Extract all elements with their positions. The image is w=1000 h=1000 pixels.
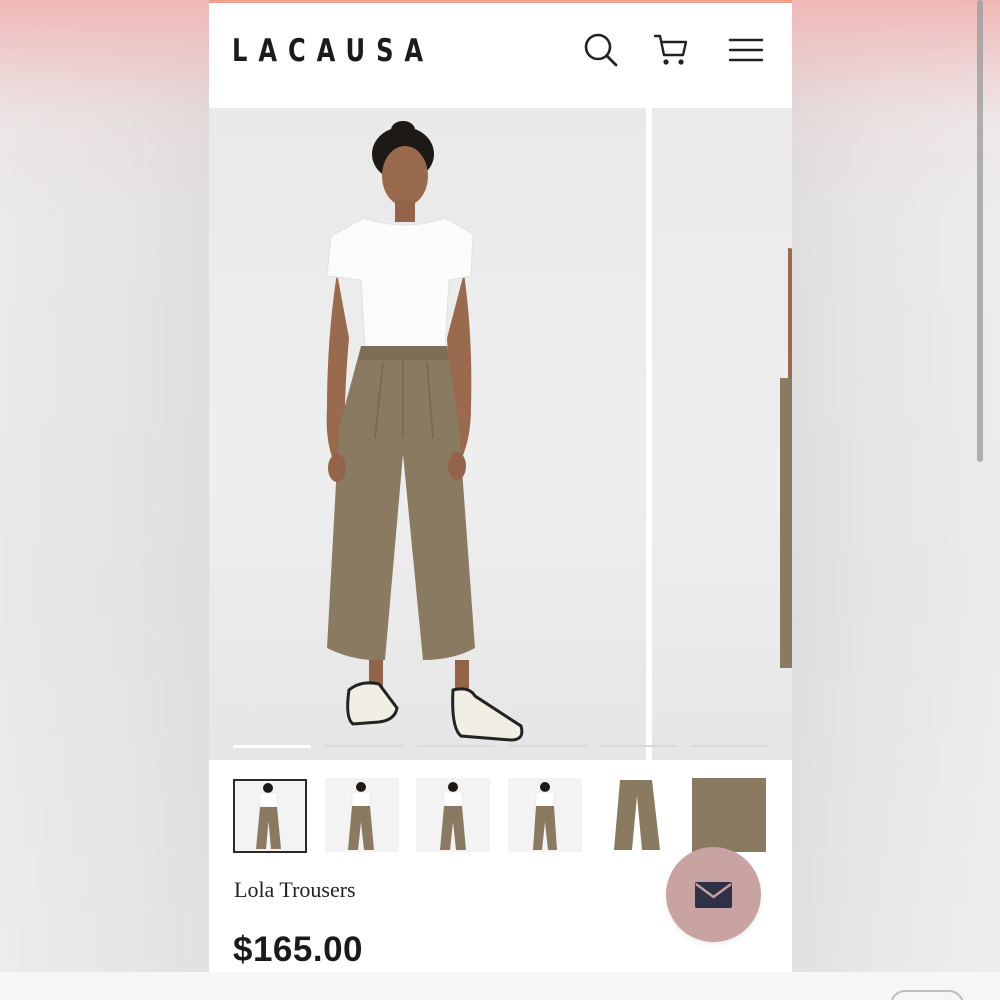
bottom-bar-partial — [0, 972, 1000, 1000]
carousel-dot[interactable] — [233, 745, 311, 748]
thumbnail-image — [235, 781, 305, 851]
thumbnail-front-view[interactable] — [233, 779, 307, 853]
thumbnail-back-detail-view[interactable] — [508, 778, 582, 852]
thumbnail-fabric-swatch[interactable] — [692, 778, 766, 852]
cart-icon[interactable] — [652, 31, 690, 69]
product-price: $165.00 — [233, 930, 364, 969]
product-image-main[interactable] — [209, 108, 646, 760]
product-name: Lola Trousers — [234, 877, 356, 902]
thumbnail-image — [416, 778, 490, 852]
product-image-carousel[interactable] — [209, 108, 792, 760]
carousel-indicators — [233, 745, 792, 749]
carousel-dot[interactable] — [691, 745, 769, 747]
scroll-indicator[interactable] — [977, 0, 983, 462]
thumbnail-strip — [209, 772, 792, 856]
thumbnail-side-view[interactable] — [416, 778, 490, 852]
background-right-blur — [791, 0, 1000, 1000]
background-left-blur — [0, 0, 209, 1000]
carousel-dot[interactable] — [325, 745, 403, 747]
carousel-dot[interactable] — [417, 745, 495, 747]
thumbnail-image — [600, 778, 674, 852]
brand-logo[interactable]: LACAUSA — [232, 33, 434, 69]
thumbnail-image — [508, 778, 582, 852]
model-side-image-partial — [780, 248, 792, 668]
bottom-pill-button[interactable] — [890, 990, 964, 1000]
thumbnail-image — [325, 778, 399, 852]
product-image-next[interactable] — [652, 108, 792, 760]
contact-button[interactable] — [666, 847, 761, 942]
thumbnail-image — [692, 778, 766, 852]
model-front-image — [326, 121, 524, 742]
mobile-page: LACAUSA Lola Trousers $165.00 — [209, 0, 792, 972]
search-icon[interactable] — [582, 31, 620, 69]
mail-icon — [695, 882, 732, 908]
menu-icon[interactable] — [727, 31, 765, 69]
site-header: LACAUSA — [209, 3, 792, 107]
thumbnail-flat-lay[interactable] — [600, 778, 674, 852]
carousel-dot[interactable] — [600, 745, 678, 747]
thumbnail-back-view[interactable] — [325, 778, 399, 852]
carousel-dot[interactable] — [509, 745, 587, 747]
